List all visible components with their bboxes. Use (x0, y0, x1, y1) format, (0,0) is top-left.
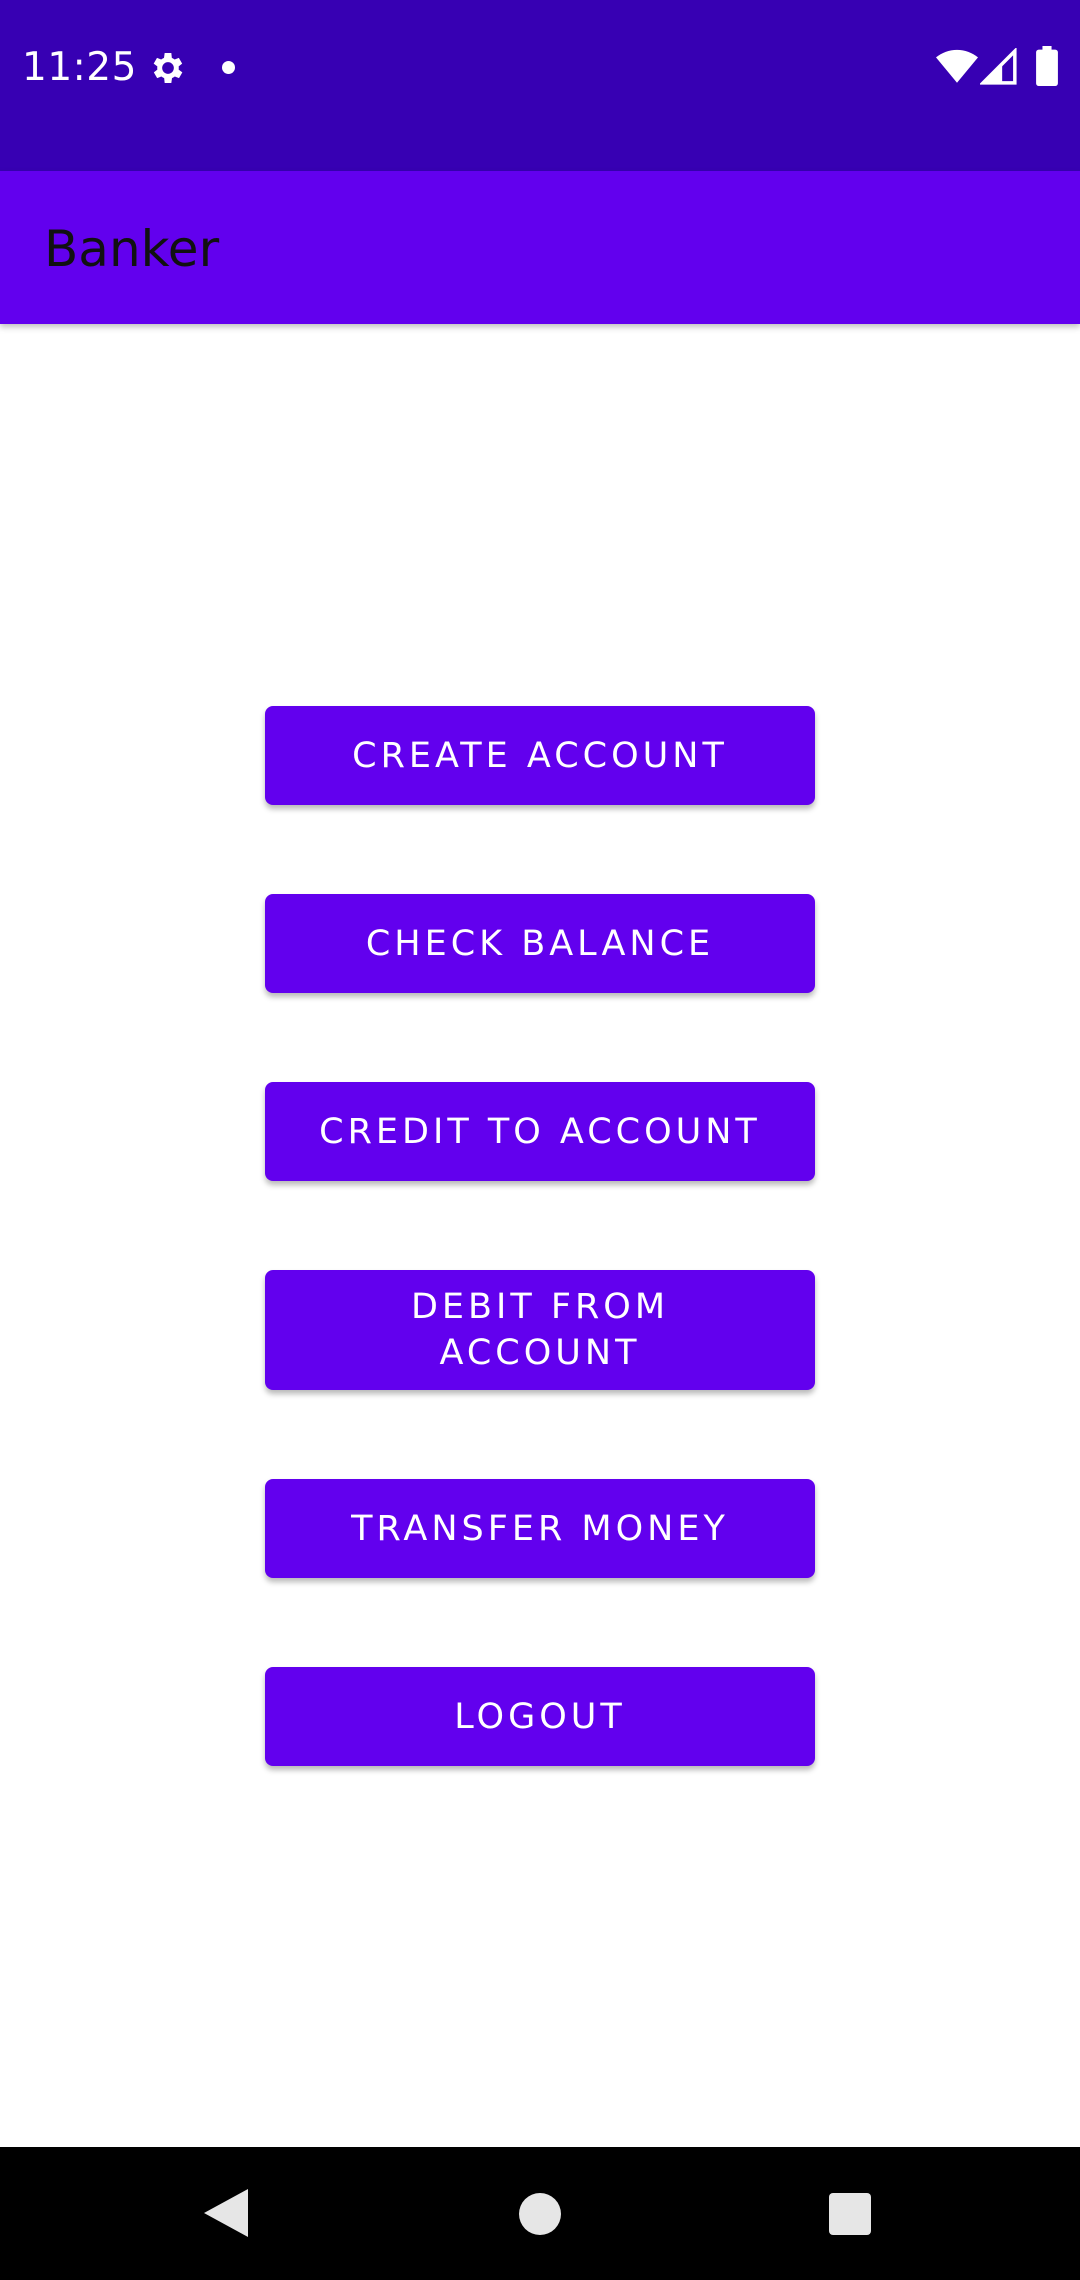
check-balance-button[interactable]: CHECK BALANCE (265, 894, 815, 993)
notification-dot-icon (222, 61, 235, 74)
signal-icon (980, 48, 1017, 85)
credit-to-account-button[interactable]: CREDIT TO ACCOUNT (265, 1082, 815, 1181)
navigation-bar (0, 2147, 1080, 2280)
back-icon[interactable] (204, 2189, 248, 2237)
home-icon[interactable] (519, 2193, 561, 2235)
screen: 11:25 Banker CREATE ACCOUNT CHECK BALANC… (0, 0, 1080, 2280)
status-bar: 11:25 (0, 0, 1080, 171)
wifi-icon (936, 49, 978, 83)
gear-icon (153, 53, 183, 83)
debit-from-account-button[interactable]: DEBIT FROM ACCOUNT (265, 1270, 815, 1390)
create-account-button[interactable]: CREATE ACCOUNT (265, 706, 815, 805)
recents-icon[interactable] (829, 2193, 871, 2235)
app-title: Banker (44, 220, 220, 278)
app-bar: Banker (0, 171, 1080, 324)
transfer-money-button[interactable]: TRANSFER MONEY (265, 1479, 815, 1578)
battery-icon (1036, 46, 1058, 86)
logout-button[interactable]: LOGOUT (265, 1667, 815, 1766)
status-time: 11:25 (22, 45, 137, 90)
